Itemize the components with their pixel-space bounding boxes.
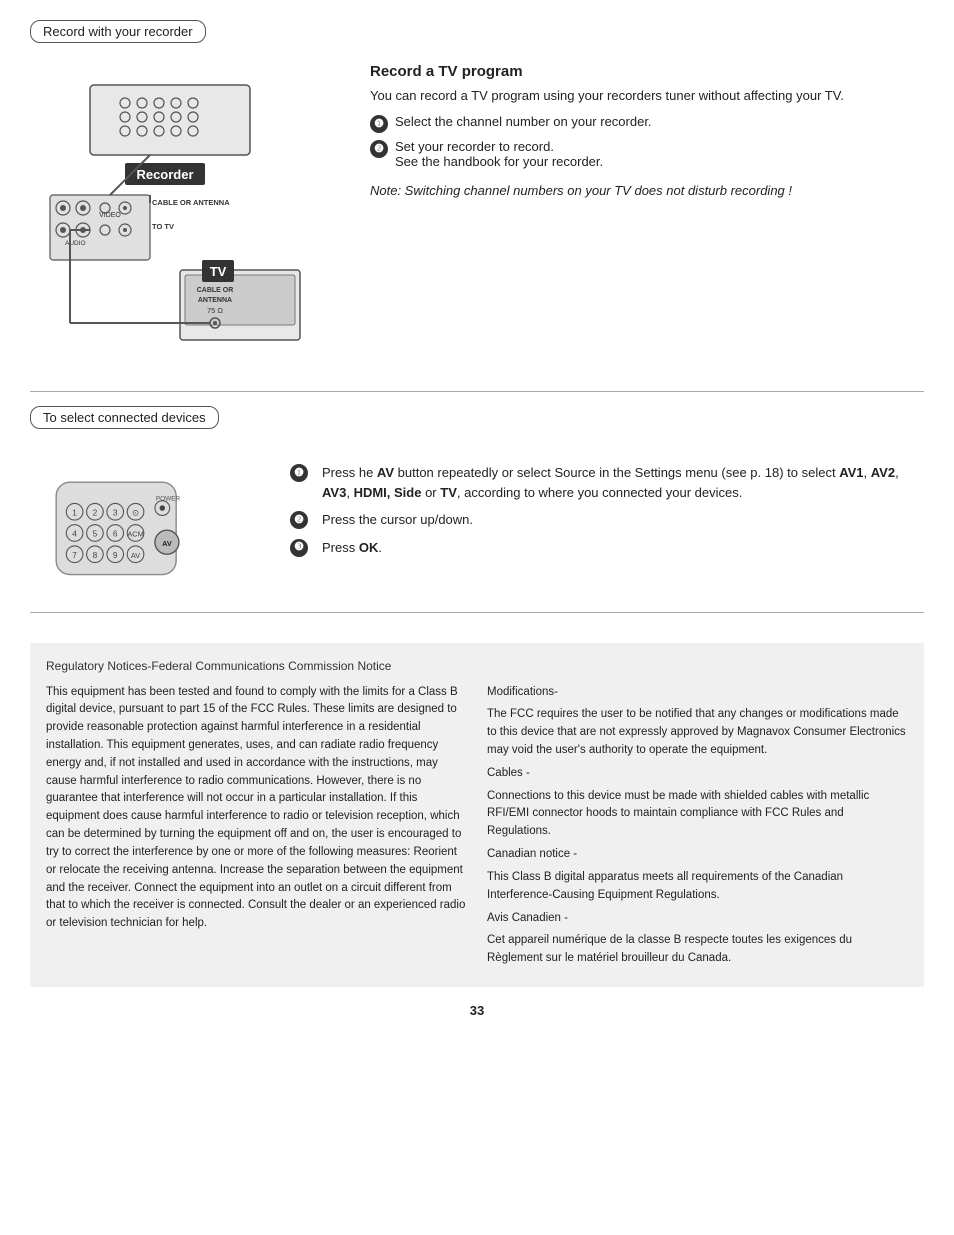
svg-text:AUDIO: AUDIO — [65, 240, 86, 247]
svg-text:⊙: ⊙ — [132, 507, 139, 517]
reg-modifications-title: Modifications- — [487, 684, 908, 702]
regulatory-right-col: Modifications- The FCC requires the user… — [487, 684, 908, 973]
reg-cables-title: Cables - — [487, 765, 908, 783]
regulatory-title: Regulatory Notices-Federal Communication… — [46, 657, 908, 676]
step3-content: Press OK. — [322, 538, 382, 558]
regulatory-left-col: This equipment has been tested and found… — [46, 684, 467, 973]
svg-text:CABLE OR ANTENNA: CABLE OR ANTENNA — [152, 198, 230, 207]
step2-item: ❷ Set your recorder to record.See the ha… — [370, 139, 924, 169]
svg-text:4: 4 — [72, 529, 77, 539]
svg-text:TO TV: TO TV — [152, 222, 174, 231]
svg-text:ANTENNA: ANTENNA — [198, 297, 232, 304]
section2-title: To select connected devices — [30, 406, 219, 429]
svg-text:TV: TV — [210, 264, 227, 279]
svg-text:9: 9 — [113, 550, 118, 560]
svg-text:VIDEO: VIDEO — [99, 212, 121, 219]
section2-steps: ❶ Press he AV button repeatedly or selec… — [260, 453, 924, 596]
reg-avis-text: Cet appareil numérique de la classe B re… — [487, 932, 908, 968]
step2-content: Press the cursor up/down. — [322, 510, 473, 530]
svg-text:3: 3 — [113, 507, 118, 517]
recorder-diagram: Recorder VIDEO AUDIO — [30, 55, 340, 375]
svg-text:75 Ω: 75 Ω — [207, 306, 223, 315]
svg-text:ACM: ACM — [127, 530, 143, 539]
step1-item: ❶ Select the channel number on your reco… — [370, 114, 924, 133]
step2-text: Set your recorder to record.See the hand… — [395, 139, 603, 169]
step2-circle: ❷ — [290, 511, 308, 529]
page-number: 33 — [30, 1003, 924, 1018]
section2-step2: ❷ Press the cursor up/down. — [290, 510, 924, 530]
reg-cables-text: Connections to this device must be made … — [487, 788, 908, 841]
reg-avis-title: Avis Canadien - — [487, 910, 908, 928]
step1-number: ❶ — [370, 115, 388, 133]
step1-text: Select the channel number on your record… — [395, 114, 652, 129]
svg-text:CABLE OR: CABLE OR — [197, 287, 234, 294]
record-tv-heading: Record a TV program — [370, 63, 924, 80]
section1-content: Record a TV program You can record a TV … — [340, 55, 924, 375]
svg-text:7: 7 — [72, 550, 77, 560]
section1-title: Record with your recorder — [30, 20, 206, 43]
record-note: Note: Switching channel numbers on your … — [370, 181, 924, 201]
svg-text:5: 5 — [93, 529, 98, 539]
reg-canadian-text: This Class B digital apparatus meets all… — [487, 869, 908, 905]
step2-number: ❷ — [370, 140, 388, 158]
svg-text:AV: AV — [162, 539, 172, 548]
svg-text:2: 2 — [93, 507, 98, 517]
svg-text:AV: AV — [131, 551, 140, 560]
reg-canadian-title: Canadian notice - — [487, 846, 908, 864]
svg-text:6: 6 — [113, 529, 118, 539]
remote-diagram: POWER 1 2 3 ⊙ 4 5 6 ACM — [30, 453, 260, 596]
regulatory-section: Regulatory Notices-Federal Communication… — [30, 643, 924, 987]
step1-circle: ❶ — [290, 464, 308, 482]
svg-text:Recorder: Recorder — [136, 167, 193, 182]
reg-modifications-text: The FCC requires the user to be notified… — [487, 706, 908, 759]
step1-content: Press he AV button repeatedly or select … — [322, 463, 924, 502]
section2-step3: ❸ Press OK. — [290, 538, 924, 558]
step3-circle: ❸ — [290, 539, 308, 557]
regulatory-left-text: This equipment has been tested and found… — [46, 684, 467, 933]
record-tv-intro: You can record a TV program using your r… — [370, 86, 924, 106]
section2-step1: ❶ Press he AV button repeatedly or selec… — [290, 463, 924, 502]
svg-text:1: 1 — [72, 507, 77, 517]
svg-text:8: 8 — [93, 550, 98, 560]
